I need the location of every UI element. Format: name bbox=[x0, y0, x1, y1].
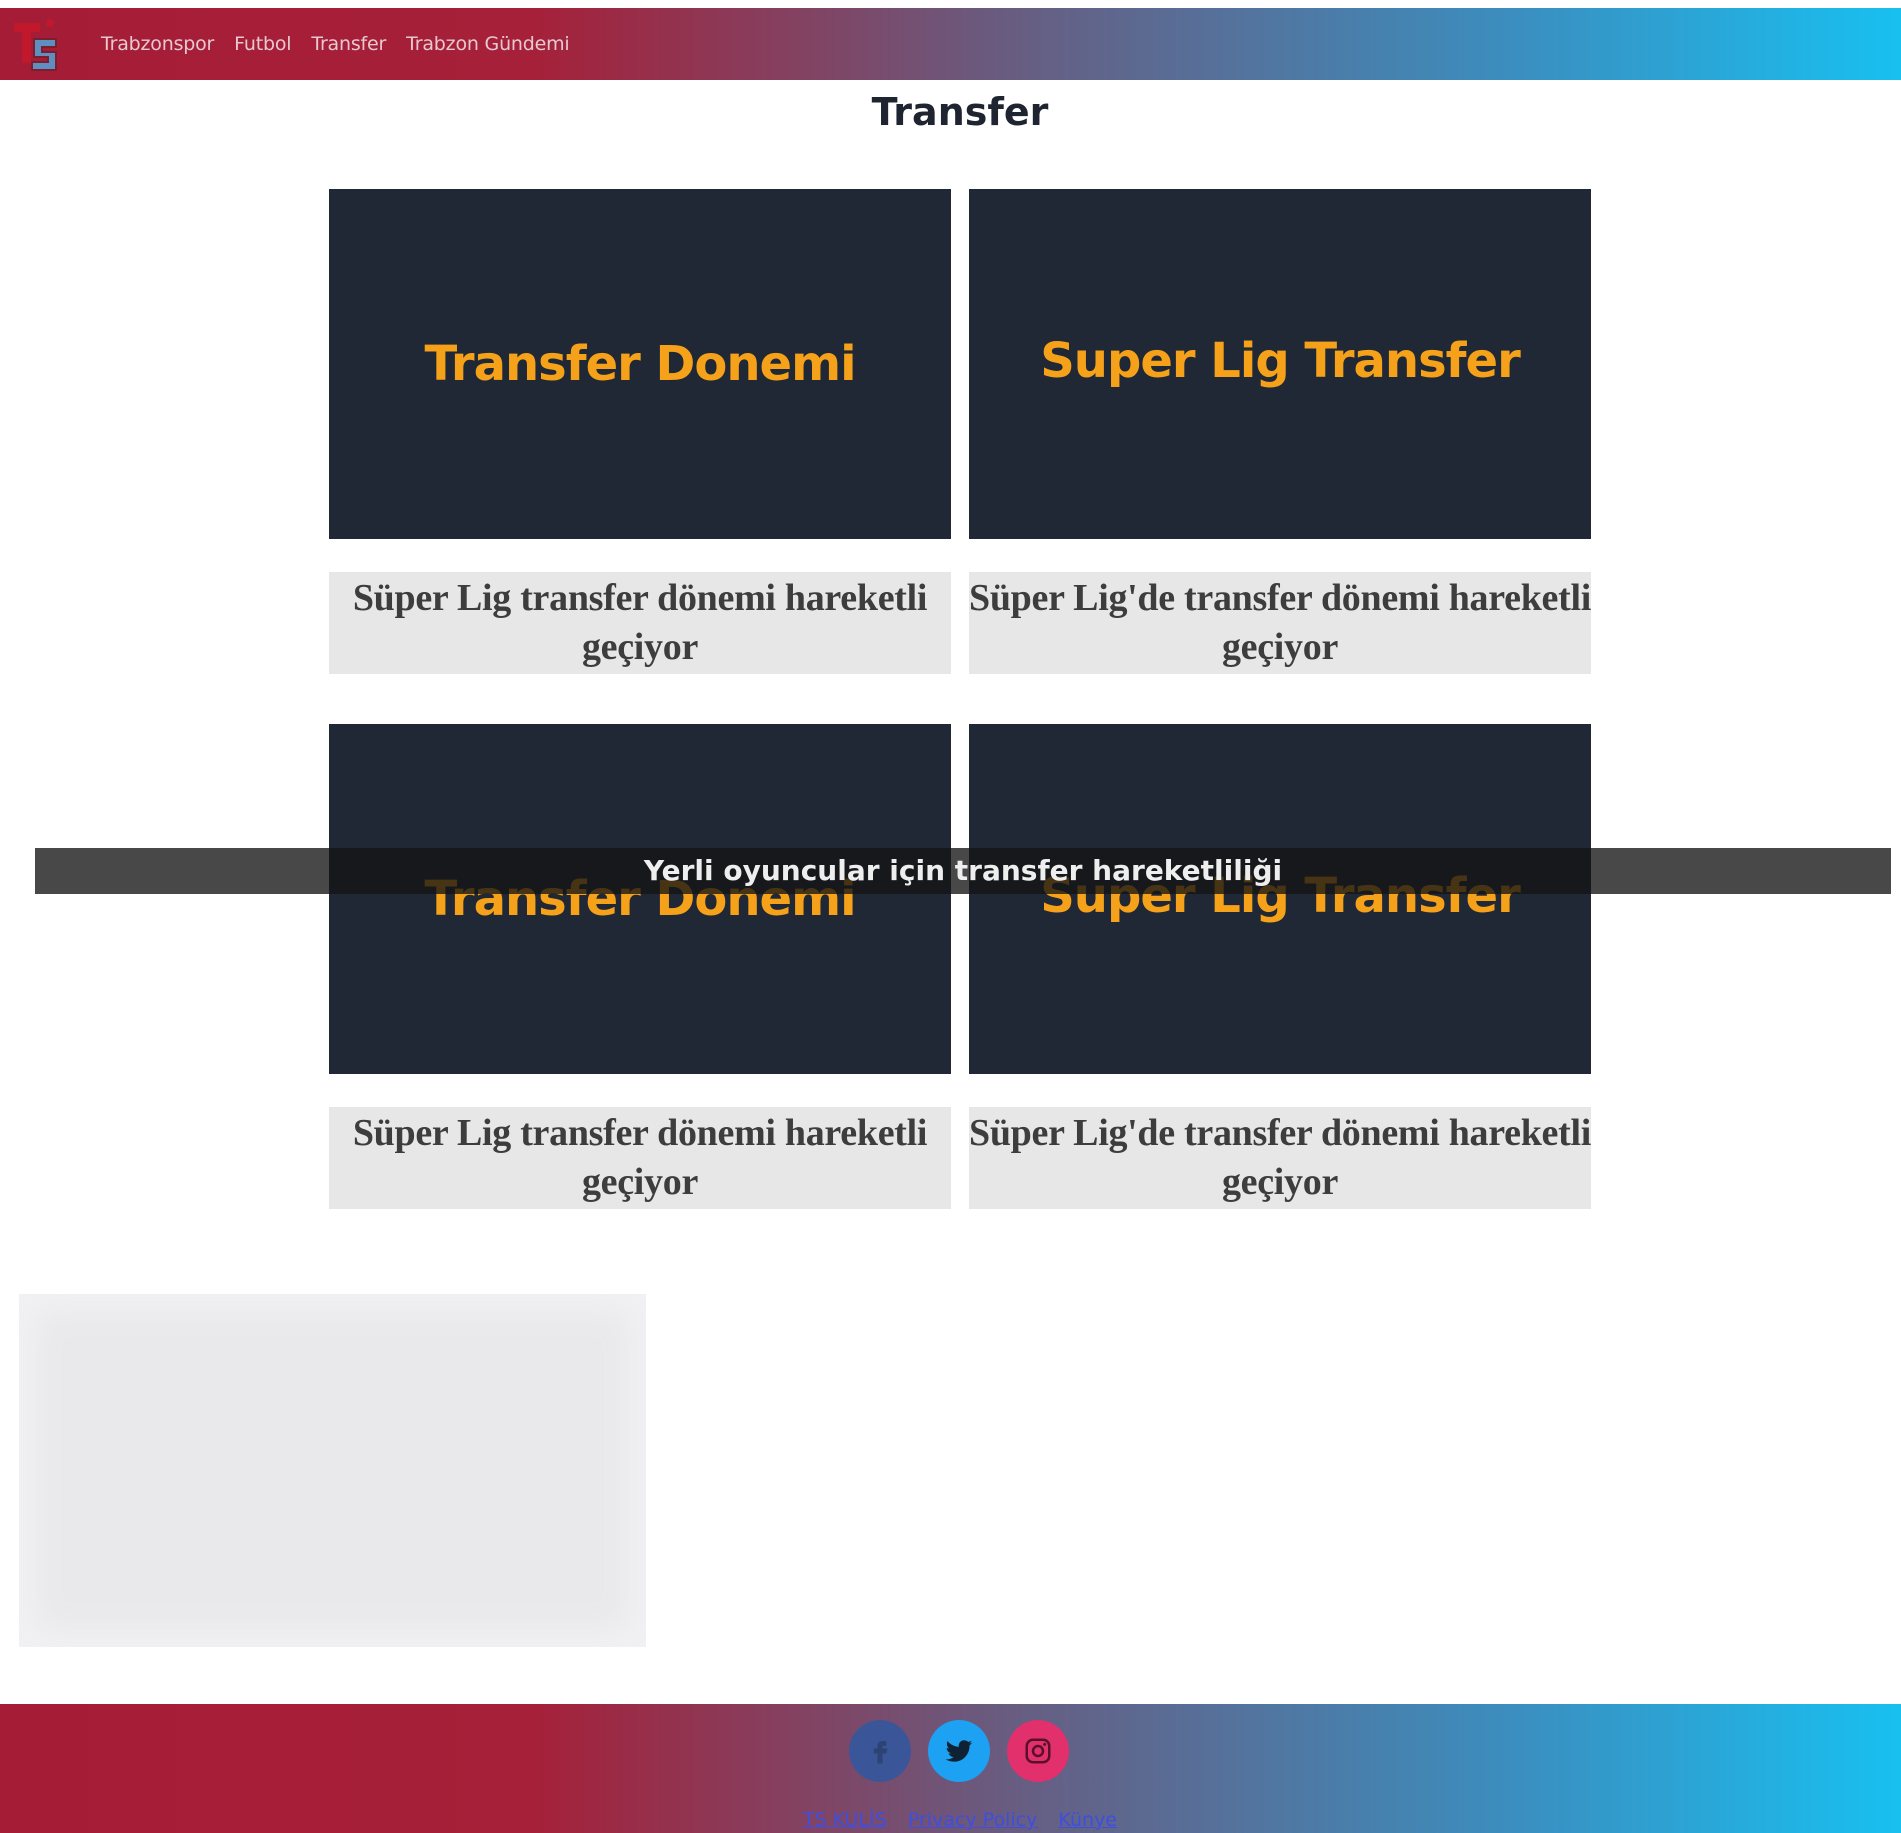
card-caption[interactable]: Süper Lig'de transfer dönemi hareketli g… bbox=[969, 1107, 1591, 1209]
ad-placeholder bbox=[19, 1294, 646, 1647]
instagram-button[interactable] bbox=[1007, 1720, 1069, 1782]
navbar: Trabzonspor Futbol Transfer Trabzon Günd… bbox=[0, 8, 1901, 80]
nav-link-transfer[interactable]: Transfer bbox=[311, 33, 386, 55]
footer-link-ts-kulis[interactable]: TS KULİS bbox=[803, 1809, 887, 1831]
nav-link-trabzonspor[interactable]: Trabzonspor bbox=[101, 33, 214, 55]
news-card[interactable]: Transfer Donemi Süper Lig transfer dönem… bbox=[329, 724, 951, 1209]
news-card[interactable]: Super Lig Transfer Süper Lig'de transfer… bbox=[969, 724, 1591, 1209]
footer-links: TS KULİS Privacy Policy Künye bbox=[0, 1809, 1901, 1831]
card-caption[interactable]: Süper Lig transfer dönemi hareketli geçi… bbox=[329, 1107, 951, 1209]
twitter-icon bbox=[945, 1740, 973, 1762]
card-image[interactable]: Transfer Donemi bbox=[329, 724, 951, 1074]
card-image[interactable]: Super Lig Transfer bbox=[969, 189, 1591, 539]
card-image-text: Super Lig Transfer bbox=[1040, 333, 1521, 389]
card-caption[interactable]: Süper Lig transfer dönemi hareketli geçi… bbox=[329, 572, 951, 674]
nav-link-futbol[interactable]: Futbol bbox=[234, 33, 291, 55]
news-card[interactable]: Super Lig Transfer Süper Lig'de transfer… bbox=[969, 189, 1591, 674]
site-logo[interactable] bbox=[10, 17, 62, 71]
news-card[interactable]: Transfer Donemi Süper Lig transfer dönem… bbox=[329, 189, 951, 674]
page-title: Transfer bbox=[871, 90, 1049, 134]
card-caption[interactable]: Süper Lig'de transfer dönemi hareketli g… bbox=[969, 572, 1591, 674]
card-image-text: Transfer Donemi bbox=[424, 336, 856, 392]
instagram-icon bbox=[1025, 1738, 1051, 1764]
footer: TS KULİS Privacy Policy Künye bbox=[0, 1704, 1901, 1833]
facebook-icon bbox=[873, 1741, 888, 1764]
footer-link-kunye[interactable]: Künye bbox=[1058, 1809, 1117, 1831]
card-image[interactable]: Transfer Donemi bbox=[329, 189, 951, 539]
facebook-button[interactable] bbox=[849, 1720, 911, 1782]
main-nav: Trabzonspor Futbol Transfer Trabzon Günd… bbox=[101, 8, 590, 80]
social-links bbox=[849, 1720, 1086, 1782]
card-image[interactable]: Super Lig Transfer bbox=[969, 724, 1591, 1074]
headline-ticker[interactable]: Yerli oyuncular için transfer hareketlil… bbox=[35, 848, 1891, 894]
footer-link-privacy-policy[interactable]: Privacy Policy bbox=[908, 1809, 1037, 1831]
twitter-button[interactable] bbox=[928, 1720, 990, 1782]
nav-link-trabzon-gundemi[interactable]: Trabzon Gündemi bbox=[406, 33, 570, 55]
